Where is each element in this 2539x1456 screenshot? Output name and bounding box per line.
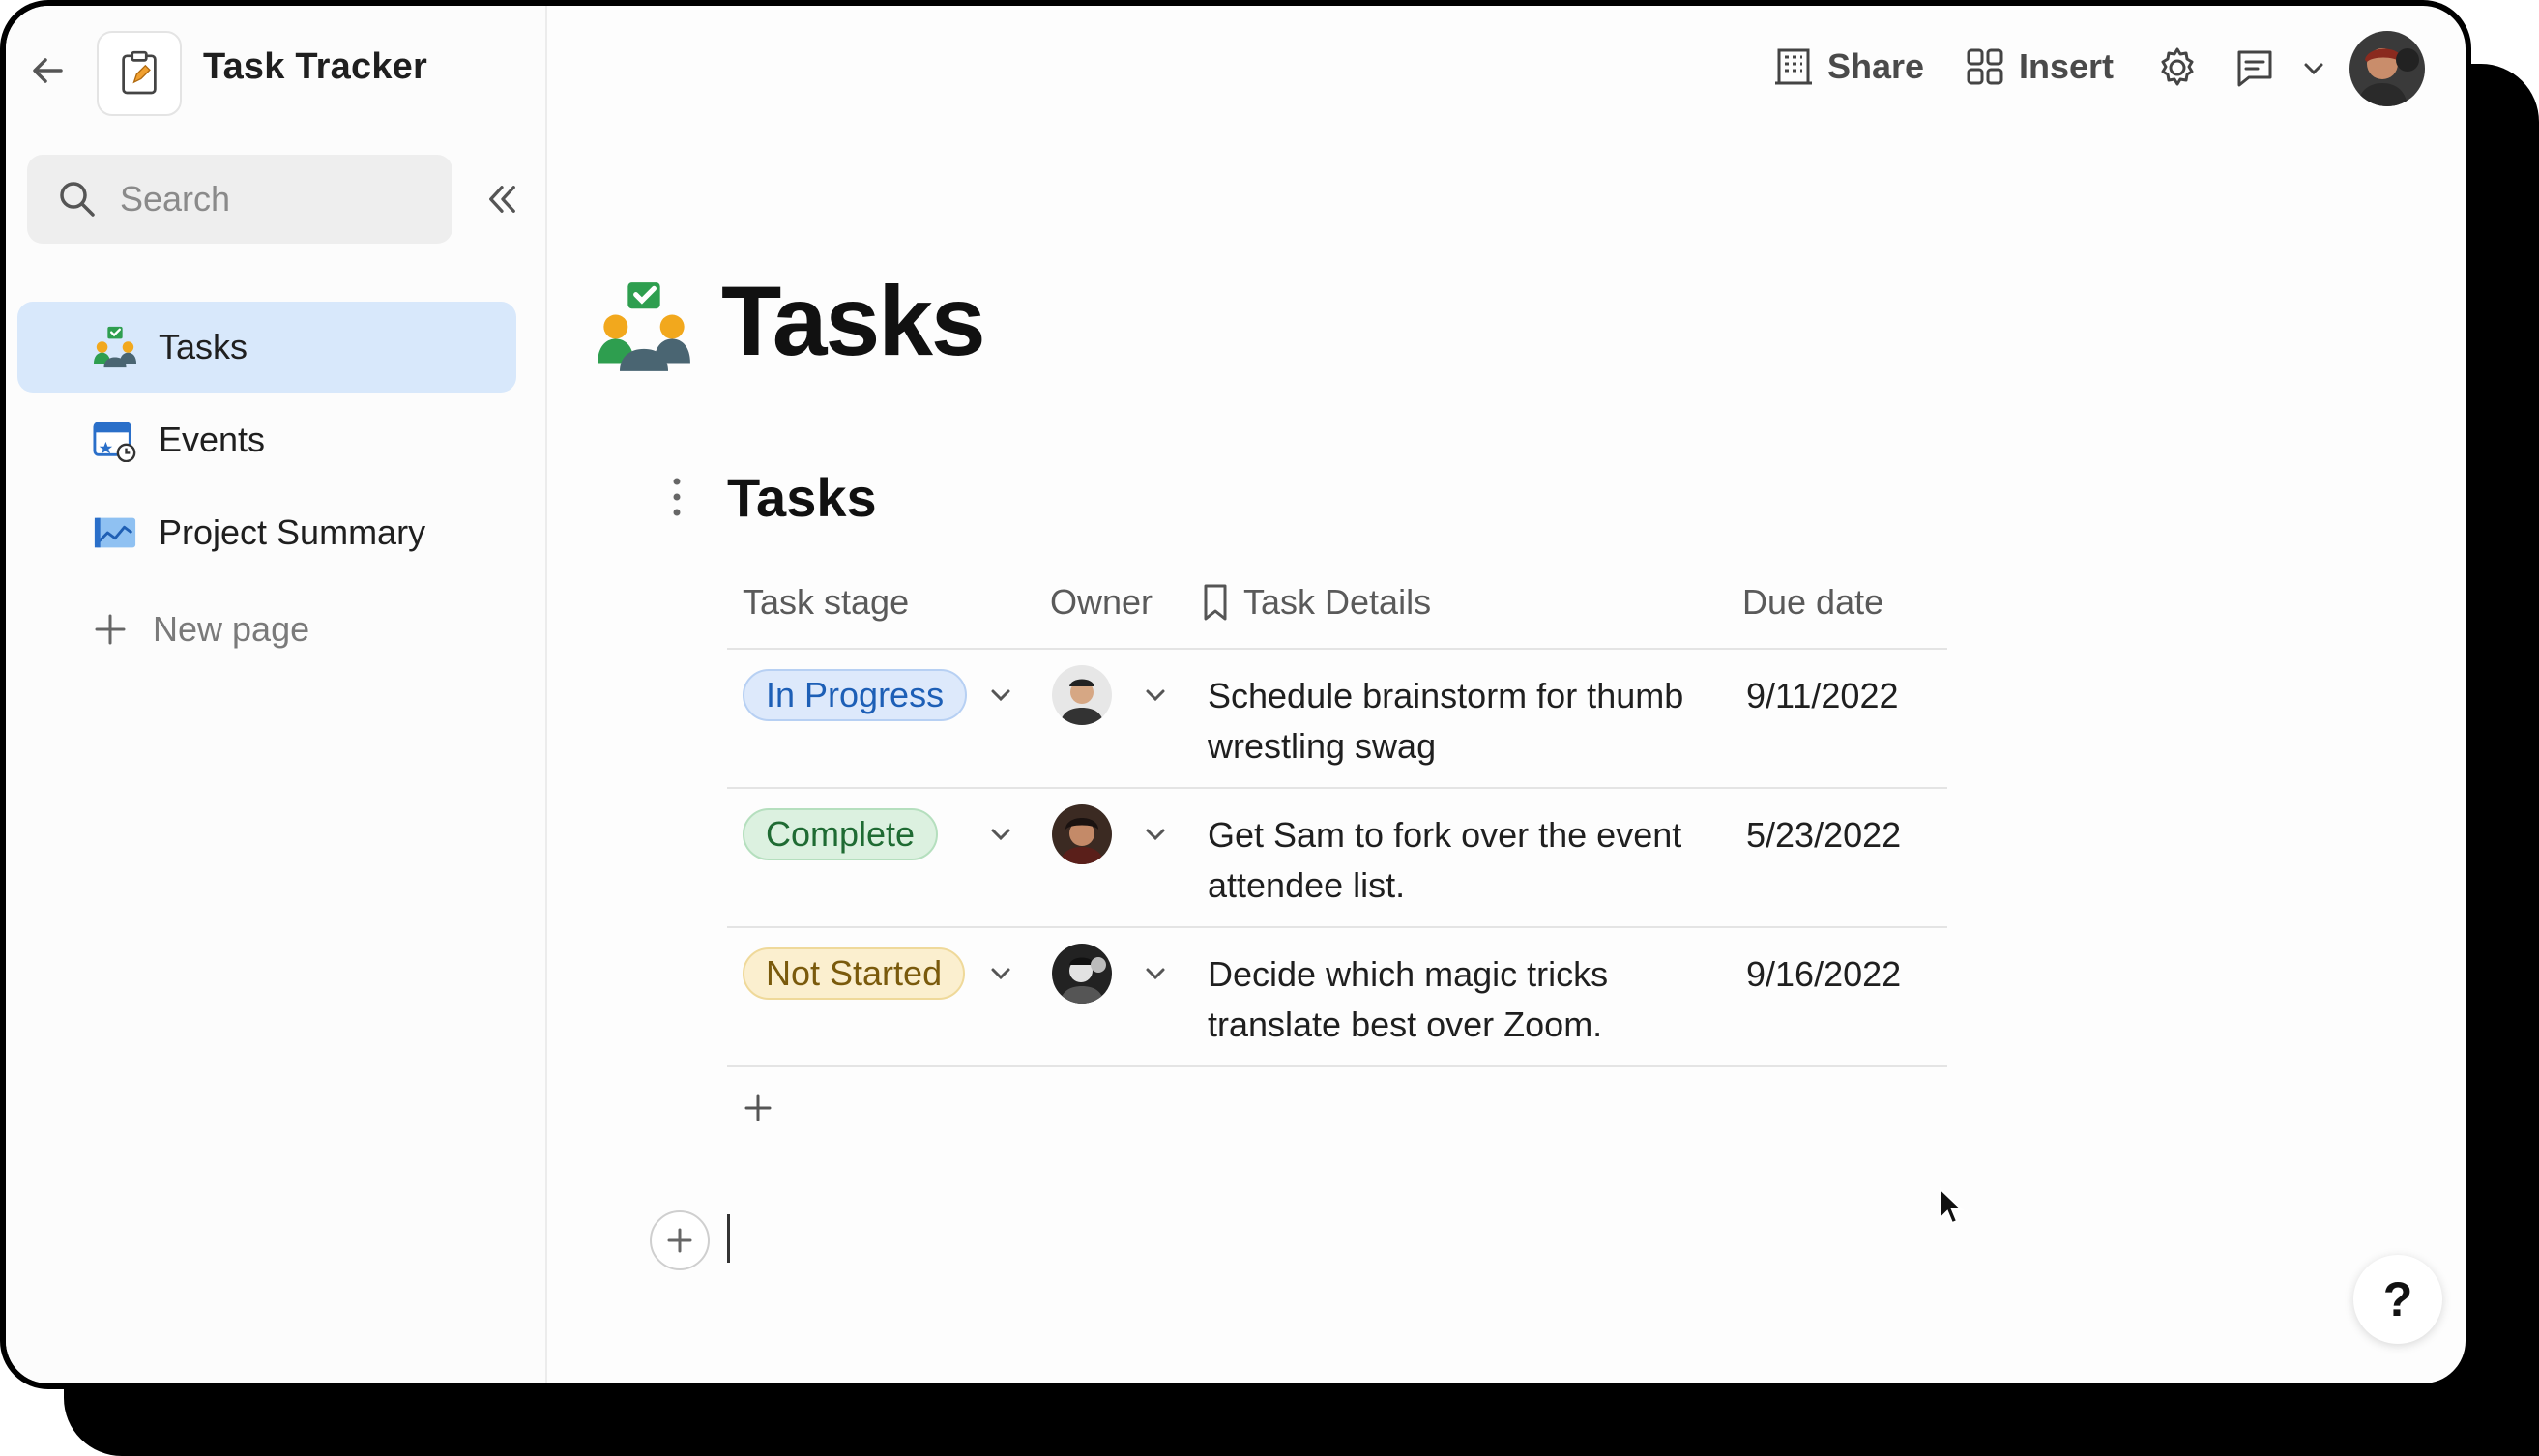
sidebar-item-label: Tasks [159,327,248,366]
insert-button[interactable]: Insert [1965,46,2114,87]
collapse-sidebar-icon[interactable] [480,180,524,218]
chevron-down-icon[interactable] [988,683,1013,708]
search-input[interactable] [118,178,441,220]
app-window: Task Tracker Tasks [0,0,2471,1389]
column-header-stage[interactable]: Task stage [743,582,909,623]
gear-icon[interactable] [2156,46,2199,89]
sidebar-item-project-summary[interactable]: Project Summary [17,487,516,578]
new-page-button[interactable]: New page [93,609,309,650]
chevron-down-icon[interactable] [1143,822,1168,847]
share-button[interactable]: Share [1773,46,1924,87]
vertical-dots-icon[interactable] [667,476,686,518]
status-badge[interactable]: Not Started [743,947,966,1000]
text-caret[interactable] [727,1214,730,1263]
team-check-icon [93,326,137,368]
column-header-owner[interactable]: Owner [1050,582,1153,623]
task-details-line: translate best over Zoom. [1208,1005,1603,1044]
column-header-label: Due date [1742,582,1884,622]
table-title[interactable]: Tasks [727,466,877,529]
grid-icon [1967,48,2003,85]
task-details-cell[interactable]: Schedule brainstorm for thumb wrestling … [1208,671,1683,772]
table-divider [727,1065,1947,1067]
task-details-line: wrestling swag [1208,726,1437,766]
add-row-plus-icon[interactable] [743,1092,773,1123]
sidebar-item-tasks[interactable]: Tasks [17,302,516,393]
sidebar-item-label: Events [159,420,266,459]
doc-title[interactable]: Task Tracker [203,46,427,88]
status-badge[interactable]: In Progress [743,669,968,721]
search-icon [60,182,95,217]
task-details-line: Get Sam to fork over the event [1208,815,1682,855]
due-date-cell[interactable]: 5/23/2022 [1746,810,1901,860]
chart-icon [94,517,136,548]
status-badge[interactable]: Complete [743,808,939,860]
due-date-cell[interactable]: 9/16/2022 [1746,949,1901,1000]
owner-avatar[interactable] [1052,944,1112,1004]
user-avatar[interactable] [2349,31,2425,106]
add-block-button[interactable] [650,1210,710,1270]
task-details-line: Decide which magic tricks [1208,954,1609,994]
plus-icon [667,1228,692,1253]
sidebar-item-events[interactable]: Events [17,394,516,485]
help-button[interactable]: ? [2353,1255,2442,1344]
sidebar-item-label: Project Summary [159,512,426,552]
app-window-content: Task Tracker Tasks [6,6,2466,1383]
task-details-line: attendee list. [1208,865,1406,905]
due-date-cell[interactable]: 9/11/2022 [1746,671,1898,721]
chevron-down-icon[interactable] [1143,683,1168,708]
mouse-cursor-icon [1940,1187,1965,1225]
chevron-down-icon[interactable] [988,822,1013,847]
share-label: Share [1827,46,1925,86]
building-icon [1775,48,1812,85]
back-arrow-icon[interactable] [27,50,68,91]
chevron-down-icon[interactable] [2301,56,2326,81]
team-check-icon [598,282,690,371]
owner-avatar[interactable] [1052,665,1112,725]
column-header-details[interactable]: Task Details [1201,582,1431,623]
owner-avatar[interactable] [1052,804,1112,864]
comment-icon[interactable] [2233,46,2276,89]
table-divider [727,926,1947,928]
doc-clipboard-icon[interactable] [97,31,182,116]
chevron-down-icon[interactable] [1143,961,1168,986]
page-title[interactable]: Tasks [721,265,986,378]
sidebar: Task Tracker Tasks [6,6,547,1383]
column-header-label: Owner [1050,582,1153,622]
column-header-due[interactable]: Due date [1742,582,1883,623]
column-header-label: Task Details [1243,582,1432,622]
search-box[interactable] [27,155,452,244]
plus-icon [95,614,126,645]
table-divider [727,787,1947,789]
new-page-label: New page [153,609,310,649]
table-divider [727,648,1947,650]
column-header-label: Task stage [743,582,910,622]
calendar-clock-icon [93,422,136,462]
task-details-cell[interactable]: Get Sam to fork over the event attendee … [1208,810,1681,911]
task-details-cell[interactable]: Decide which magic tricks translate best… [1208,949,1608,1050]
task-details-line: Schedule brainstorm for thumb [1208,676,1684,715]
insert-label: Insert [2019,46,2115,86]
bookmark-icon [1204,584,1227,621]
chevron-down-icon[interactable] [988,961,1013,986]
